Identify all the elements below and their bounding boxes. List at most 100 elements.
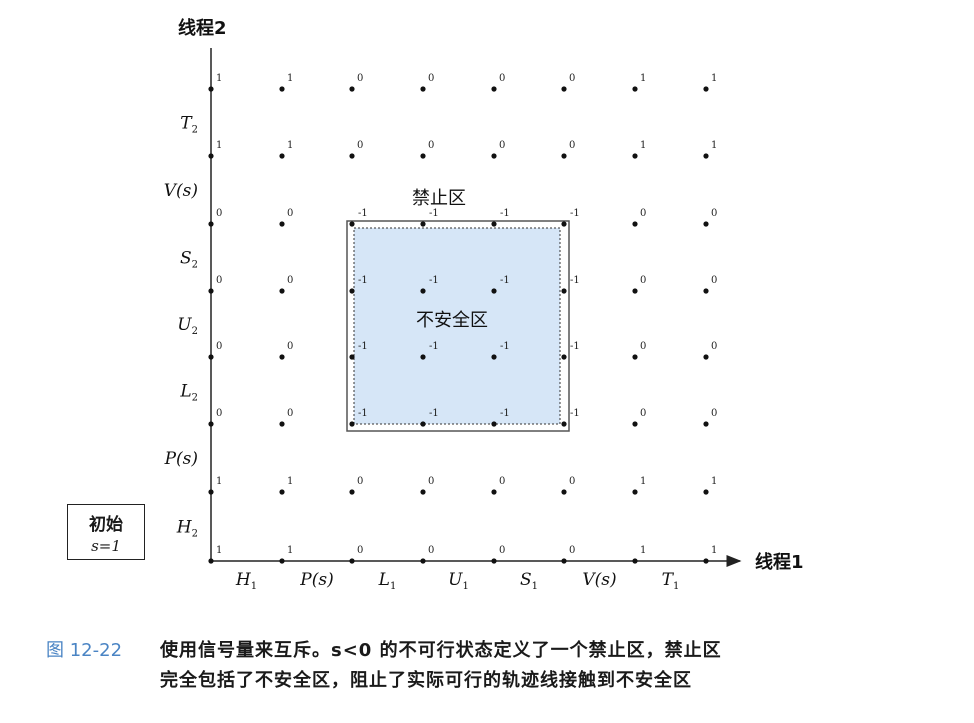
semaphore-value: -1 (429, 408, 439, 419)
unsafe-region-label: 不安全区 (416, 310, 488, 331)
x-tick-label: V(s) (582, 570, 616, 590)
state-point (561, 86, 567, 92)
y-tick-label: P(s) (164, 449, 198, 469)
state-point (703, 489, 709, 495)
state-point (420, 354, 426, 360)
state-point (491, 86, 497, 92)
state-point (491, 221, 497, 227)
figure-number: 图 12-22 (46, 640, 123, 661)
state-point (208, 221, 214, 227)
state-point (279, 354, 285, 360)
semaphore-value: 0 (711, 275, 717, 286)
semaphore-value: -1 (429, 275, 439, 286)
semaphore-value: 0 (216, 208, 222, 219)
semaphore-value: 1 (287, 545, 293, 556)
state-point (279, 153, 285, 159)
semaphore-value: 1 (711, 140, 717, 151)
caption-line-1: 使用信号量来互斥。s<0 的不可行状态定义了一个禁止区，禁止区 (160, 640, 722, 661)
semaphore-value: 0 (287, 275, 293, 286)
semaphore-value: 1 (640, 73, 646, 84)
semaphore-value: 0 (499, 545, 505, 556)
semaphore-value: 0 (357, 73, 363, 84)
state-point (632, 153, 638, 159)
semaphore-value: 0 (499, 73, 505, 84)
semaphore-value: 0 (216, 341, 222, 352)
y-tick-label: U2 (177, 315, 198, 337)
state-point (632, 221, 638, 227)
semaphore-value: 1 (216, 476, 222, 487)
state-point (420, 221, 426, 227)
initial-semaphore-value: s=1 (91, 537, 121, 555)
state-point (703, 421, 709, 427)
semaphore-value: 0 (357, 476, 363, 487)
state-point (349, 558, 355, 564)
semaphore-value: -1 (570, 208, 580, 219)
x-tick-label: T1 (662, 570, 680, 592)
state-point (491, 354, 497, 360)
semaphore-value: 0 (357, 140, 363, 151)
semaphore-value: 0 (357, 545, 363, 556)
semaphore-value: 1 (640, 140, 646, 151)
state-point (279, 489, 285, 495)
state-point (632, 86, 638, 92)
forbidden-region-label: 禁止区 (412, 188, 466, 209)
state-point (208, 86, 214, 92)
semaphore-value: 0 (216, 408, 222, 419)
semaphore-value: -1 (429, 341, 439, 352)
state-point (632, 489, 638, 495)
semaphore-value: 1 (640, 545, 646, 556)
state-point (420, 489, 426, 495)
state-point (349, 221, 355, 227)
semaphore-value: 0 (428, 73, 434, 84)
state-point (349, 354, 355, 360)
state-point (632, 354, 638, 360)
semaphore-value: 0 (711, 408, 717, 419)
initial-state-box: 初始 s=1 (67, 504, 145, 560)
semaphore-value: 0 (569, 140, 575, 151)
semaphore-value: 1 (287, 140, 293, 151)
semaphore-value: 1 (216, 140, 222, 151)
state-point (208, 558, 214, 564)
semaphore-value: 0 (287, 208, 293, 219)
state-point (208, 288, 214, 294)
state-point (349, 288, 355, 294)
semaphore-value: 0 (428, 545, 434, 556)
state-point (561, 558, 567, 564)
state-point (703, 288, 709, 294)
state-point (632, 558, 638, 564)
state-point (420, 153, 426, 159)
semaphore-value: -1 (500, 208, 510, 219)
state-point (703, 221, 709, 227)
semaphore-value: 0 (640, 408, 646, 419)
state-point (420, 421, 426, 427)
state-point (703, 86, 709, 92)
initial-state-label: 初始 (89, 515, 123, 535)
state-point (632, 288, 638, 294)
state-point (703, 354, 709, 360)
state-point (420, 86, 426, 92)
semaphore-value: -1 (500, 341, 510, 352)
caption-line-2: 完全包括了不安全区，阻止了实际可行的轨迹线接触到不安全区 (160, 670, 692, 691)
semaphore-value: 0 (640, 275, 646, 286)
y-tick-label: L2 (179, 382, 198, 404)
state-point (561, 221, 567, 227)
semaphore-value: 1 (287, 476, 293, 487)
state-point (561, 288, 567, 294)
x-tick-label: H1 (235, 570, 257, 592)
state-point (208, 421, 214, 427)
progress-graph: 线程2 线程1 禁止区 不安全区 1 1 0 0 0 0 1 1 1 1 0 0 0 0 1 1 0 0 -1 -1 -… (164, 17, 804, 592)
state-point (491, 421, 497, 427)
semaphore-value: -1 (358, 275, 368, 286)
y-tick-label: S2 (180, 249, 198, 271)
y-axis-title: 线程2 (178, 17, 227, 39)
state-point (208, 153, 214, 159)
state-point (279, 86, 285, 92)
semaphore-value: -1 (429, 208, 439, 219)
x-axis-title: 线程1 (755, 551, 804, 573)
x-tick-labels: H1 P(s) L1 U1 S1 V(s) T1 (235, 570, 679, 592)
state-point (208, 489, 214, 495)
semaphore-value: -1 (570, 341, 580, 352)
state-point (208, 354, 214, 360)
semaphore-value: 1 (216, 73, 222, 84)
semaphore-value: 0 (711, 341, 717, 352)
